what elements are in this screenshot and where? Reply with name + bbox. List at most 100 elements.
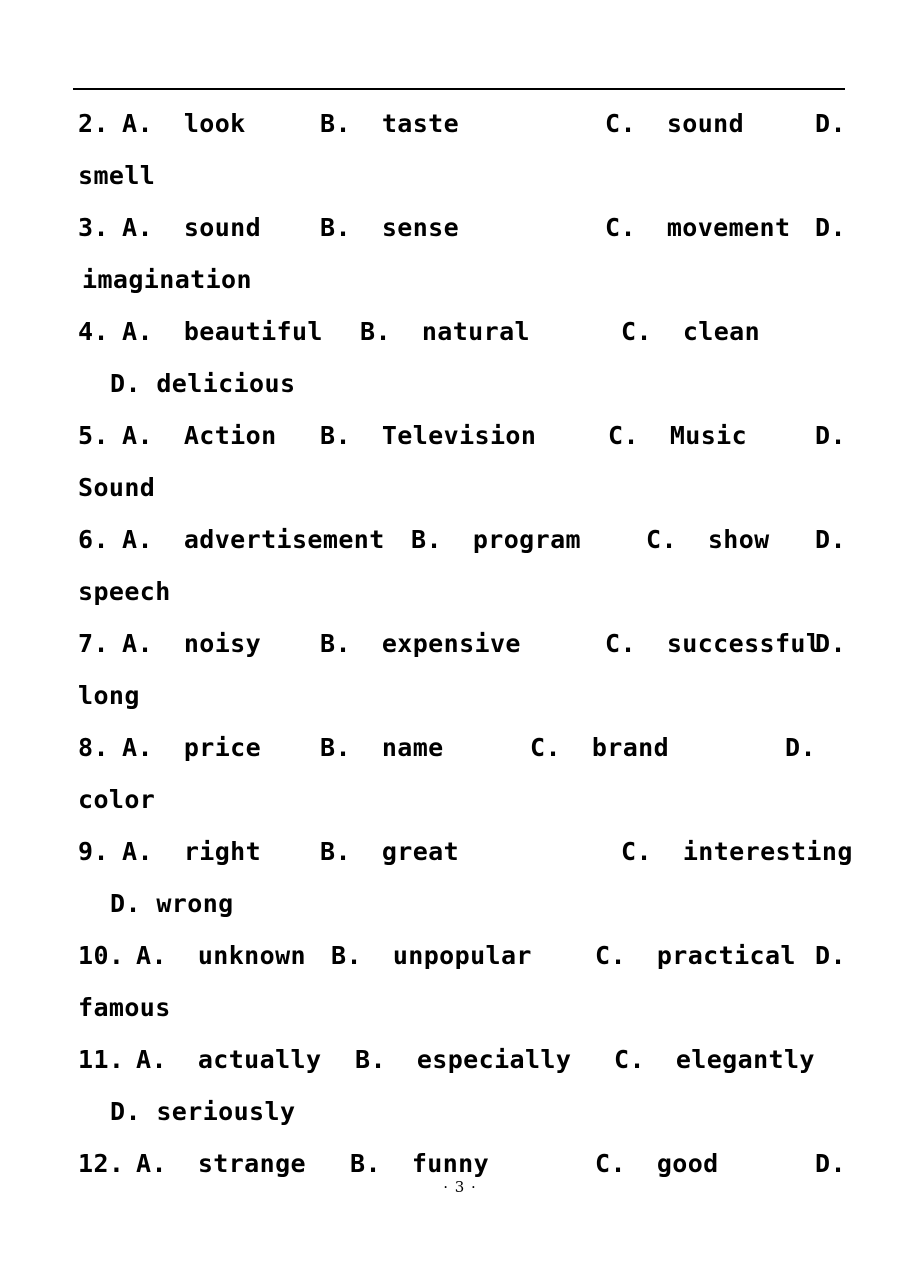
- option-c-label: C.: [595, 1149, 626, 1178]
- question-row: 10. A. unknown B. unpopular C. practical…: [78, 930, 846, 982]
- option-d-label-only: D.: [815, 109, 846, 138]
- option-a-label: A.: [122, 629, 153, 658]
- question-wrap-line: long: [78, 681, 140, 710]
- option-b-text: unpopular: [392, 941, 532, 970]
- option-a-label: A.: [122, 317, 153, 346]
- page-number-footer: · 3 ·: [443, 1178, 477, 1196]
- option-a-text: sound: [183, 213, 262, 242]
- option-c: C. clean: [621, 306, 760, 358]
- option-b-text: expensive: [381, 629, 521, 658]
- option-c: C. show: [646, 514, 770, 566]
- option-b: B. especially: [355, 1034, 571, 1086]
- option-a-label: A.: [136, 941, 167, 970]
- option-a: A. noisy: [122, 618, 261, 670]
- option-c-label: C.: [621, 837, 652, 866]
- option-a: A. actually: [136, 1034, 321, 1086]
- question-row: 2. A. look B. taste C. sound D.: [78, 98, 846, 150]
- option-c: C. Music: [608, 410, 747, 462]
- option-a-label: A.: [122, 837, 153, 866]
- question-number: 9.: [78, 837, 109, 866]
- option-b: B. sense: [320, 202, 459, 254]
- option-a-label: A.: [122, 733, 153, 762]
- question-wrap-line: imagination: [82, 265, 252, 294]
- question-number: 10.: [78, 941, 125, 970]
- question-number: 11.: [78, 1045, 125, 1074]
- option-a-text: actually: [197, 1045, 322, 1074]
- option-c-text: practical: [656, 941, 796, 970]
- option-c: C. brand: [530, 722, 669, 774]
- question-wrap-line: color: [78, 785, 156, 814]
- option-b-text: great: [381, 837, 460, 866]
- option-a-text: strange: [197, 1149, 306, 1178]
- question-number: 3.: [78, 213, 109, 242]
- option-c-text: movement: [666, 213, 791, 242]
- option-c: C. elegantly: [614, 1034, 815, 1086]
- question-row: 9. A. right B. great C. interesting: [78, 826, 852, 878]
- question-row: 3. A. sound B. sense C. movement D.: [78, 202, 846, 254]
- option-b: B. natural: [360, 306, 530, 358]
- option-a-text: unknown: [197, 941, 306, 970]
- option-c-text: elegantly: [675, 1045, 815, 1074]
- option-d-label-only: D.: [815, 421, 846, 450]
- option-c-label: C.: [605, 109, 636, 138]
- option-a-text: look: [183, 109, 246, 138]
- option-a-text: advertisement: [183, 525, 385, 554]
- option-b-label: B.: [355, 1045, 386, 1074]
- option-a: A. Action: [122, 410, 277, 462]
- option-b-text: especially: [416, 1045, 572, 1074]
- document-page: 2. A. look B. taste C. sound D. smell 3.…: [0, 0, 920, 1274]
- option-b-text: sense: [381, 213, 460, 242]
- option-b: B. great: [320, 826, 459, 878]
- option-c-label: C.: [595, 941, 626, 970]
- option-c-label: C.: [605, 213, 636, 242]
- option-b-label: B.: [331, 941, 362, 970]
- option-c-label: C.: [646, 525, 677, 554]
- option-a: A. advertisement: [122, 514, 385, 566]
- option-c-text: sound: [666, 109, 745, 138]
- question-wrap-line: Sound: [78, 473, 156, 502]
- option-a-label: A.: [122, 109, 153, 138]
- option-b-text: funny: [411, 1149, 490, 1178]
- question-number: 6.: [78, 525, 109, 554]
- option-b-label: B.: [320, 213, 351, 242]
- question-row: 4. A. beautiful B. natural C. clean: [78, 306, 846, 358]
- option-b-label: B.: [320, 109, 351, 138]
- option-c: C. movement: [605, 202, 790, 254]
- option-a-label: A.: [122, 421, 153, 450]
- option-a-text: price: [183, 733, 262, 762]
- option-c: C. practical: [595, 930, 796, 982]
- option-a-label: A.: [122, 525, 153, 554]
- option-b-label: B.: [320, 837, 351, 866]
- option-b-label: B.: [320, 421, 351, 450]
- option-c: C. sound: [605, 98, 744, 150]
- option-a: A. right: [122, 826, 261, 878]
- option-c-text: clean: [682, 317, 761, 346]
- question-row: 5. A. Action B. Television C. Music D.: [78, 410, 846, 462]
- question-list: 2. A. look B. taste C. sound D. smell 3.…: [78, 98, 852, 1190]
- option-a: A. sound: [122, 202, 261, 254]
- question-row: 7. A. noisy B. expensive C. successful D…: [78, 618, 846, 670]
- question-number: 7.: [78, 629, 109, 658]
- question-number: 4.: [78, 317, 109, 346]
- option-a-label: A.: [136, 1149, 167, 1178]
- option-b-text: taste: [381, 109, 460, 138]
- option-d-label-only: D.: [815, 941, 846, 970]
- option-b-text: natural: [421, 317, 530, 346]
- option-b-label: B.: [350, 1149, 381, 1178]
- option-a: A. unknown: [136, 930, 306, 982]
- option-c-label: C.: [605, 629, 636, 658]
- question-number: 8.: [78, 733, 109, 762]
- option-b-text: name: [381, 733, 444, 762]
- question-wrap-line: D. delicious: [110, 369, 296, 398]
- option-c-text: Music: [669, 421, 748, 450]
- option-a-label: A.: [136, 1045, 167, 1074]
- option-c-label: C.: [614, 1045, 645, 1074]
- option-b: B. expensive: [320, 618, 521, 670]
- option-a-text: noisy: [183, 629, 262, 658]
- option-a-text: Action: [183, 421, 277, 450]
- option-b-text: Television: [381, 421, 537, 450]
- option-a: A. price: [122, 722, 261, 774]
- option-a-label: A.: [122, 213, 153, 242]
- option-c: C. interesting: [621, 826, 853, 878]
- option-c-label: C.: [621, 317, 652, 346]
